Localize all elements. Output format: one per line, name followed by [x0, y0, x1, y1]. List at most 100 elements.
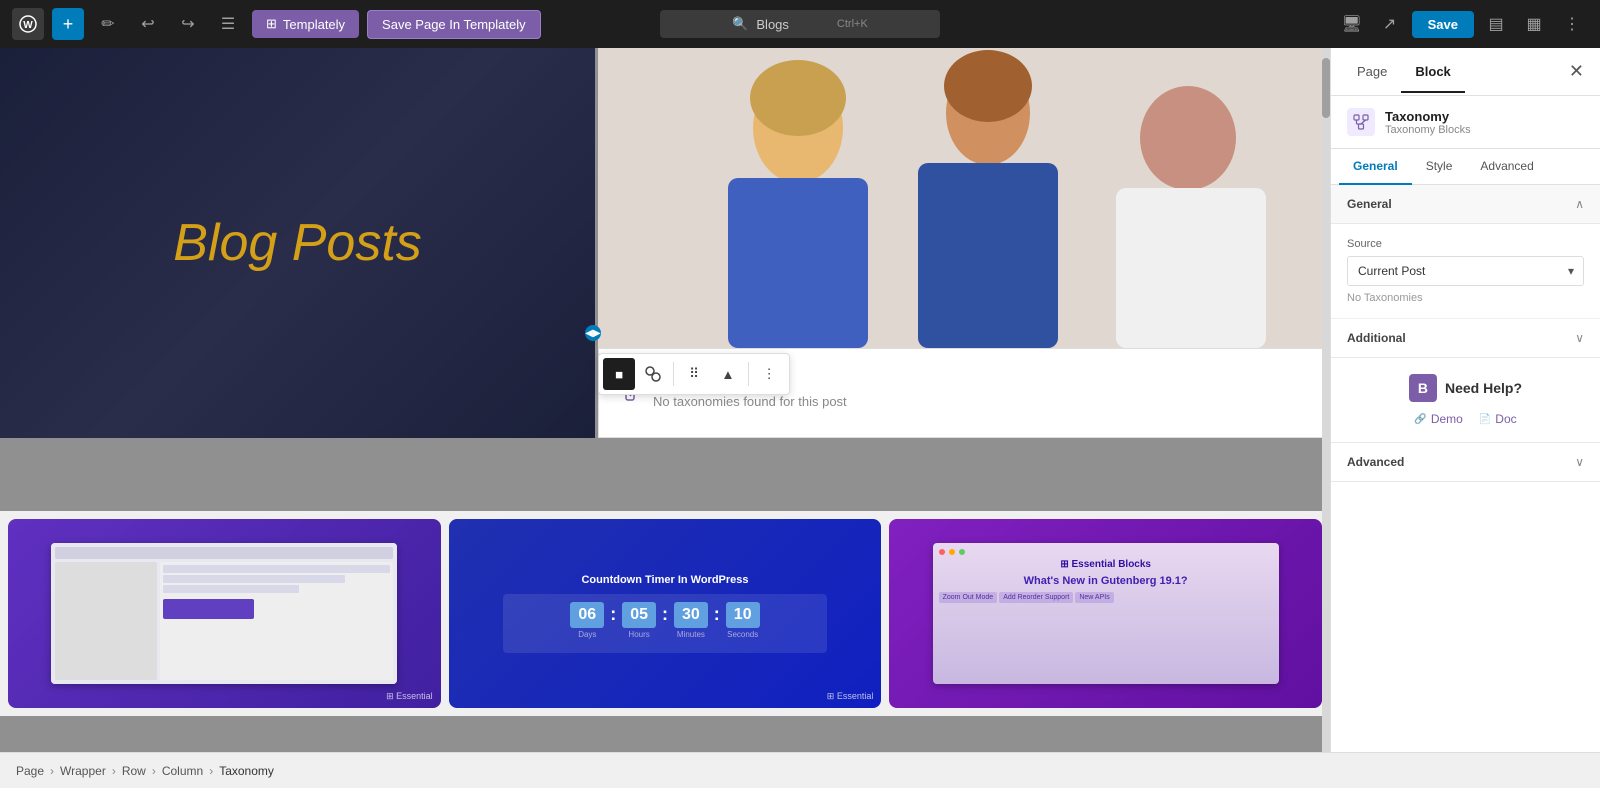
- breadcrumb-taxonomy[interactable]: Taxonomy: [219, 764, 274, 778]
- save-label: Save: [1428, 17, 1458, 32]
- image-block[interactable]: [598, 48, 1328, 348]
- tab-block[interactable]: Block: [1401, 52, 1464, 93]
- templately-button[interactable]: ⊞ Templately: [252, 10, 359, 38]
- search-shortcut: Ctrl+K: [837, 18, 868, 30]
- breadcrumb-sep-4: ›: [209, 764, 213, 778]
- panel-tabs: Page Block ✕: [1331, 48, 1600, 96]
- panel-content: General ∧ Source Current Post No Taxonom…: [1331, 185, 1600, 752]
- countdown-minutes-label: Minutes: [674, 630, 708, 639]
- demo-label: Demo: [1431, 412, 1463, 426]
- sub-tab-general[interactable]: General: [1339, 149, 1412, 185]
- need-help-links: 🔗 Demo 📄 Doc: [1347, 412, 1584, 426]
- gutenberg-title: ⊞ Essential Blocks: [939, 559, 1273, 570]
- external-link-button[interactable]: ↗: [1374, 8, 1406, 40]
- breadcrumb-column[interactable]: Column: [162, 764, 203, 778]
- toolbar-drag-button[interactable]: ⠿: [678, 358, 710, 390]
- toolbar-separator-2: [748, 362, 749, 386]
- card-3[interactable]: ⊞ Essential Blocks What's New in Gutenbe…: [889, 519, 1322, 708]
- advanced-label: Advanced: [1347, 455, 1404, 469]
- pencil-icon[interactable]: ✏: [92, 8, 124, 40]
- breadcrumb-wrapper[interactable]: Wrapper: [60, 764, 106, 778]
- source-select-wrapper: Current Post: [1347, 256, 1584, 286]
- canvas-area: Blog Posts: [0, 48, 1330, 752]
- toolbar-transform-button[interactable]: [637, 358, 669, 390]
- source-label: Source: [1347, 238, 1584, 250]
- templately-icon: ⊞: [266, 16, 277, 32]
- source-select[interactable]: Current Post: [1347, 256, 1584, 286]
- save-page-button[interactable]: Save Page In Templately: [367, 10, 541, 39]
- canvas-scrollbar[interactable]: [1322, 48, 1330, 752]
- sub-tab-advanced[interactable]: Advanced: [1466, 149, 1547, 185]
- save-page-label: Save Page In Templately: [382, 17, 526, 32]
- card1-badge: ⊞ Essential: [386, 691, 433, 702]
- countdown-days-label: Days: [570, 630, 604, 639]
- general-section-chevron[interactable]: ∧: [1575, 197, 1584, 211]
- countdown-seconds-label: Seconds: [726, 630, 760, 639]
- undo-button[interactable]: ↩: [132, 8, 164, 40]
- source-field-group: Source Current Post No Taxonomies: [1331, 224, 1600, 319]
- additional-section[interactable]: Additional ∨: [1331, 319, 1600, 358]
- toolbar-more-button[interactable]: ⋮: [753, 358, 785, 390]
- tab-page[interactable]: Page: [1343, 52, 1401, 93]
- panel-block-info: Taxonomy Taxonomy Blocks: [1331, 96, 1600, 149]
- card2-title: Countdown Timer In WordPress: [581, 574, 748, 586]
- toolbar-separator: [673, 362, 674, 386]
- right-panel: Page Block ✕ Taxonomy Taxonomy Blocks: [1330, 48, 1600, 752]
- desktop-view-button[interactable]: 🖥: [1336, 8, 1368, 40]
- need-help-title: Need Help?: [1445, 380, 1522, 396]
- blog-posts-block: Blog Posts: [0, 48, 595, 438]
- more-options-button[interactable]: ⋮: [1556, 8, 1588, 40]
- gutenberg-text: What's New in Gutenberg 19.1?: [939, 574, 1273, 588]
- drag-handle[interactable]: ◀▶: [585, 325, 601, 341]
- card2-badge: ⊞ Essential: [827, 691, 874, 702]
- no-taxonomies-text: No Taxonomies: [1347, 292, 1584, 304]
- doc-label: Doc: [1495, 412, 1516, 426]
- general-section-header[interactable]: General ∧: [1331, 185, 1600, 224]
- panel-right-button[interactable]: ▦: [1518, 8, 1550, 40]
- menu-button[interactable]: ☰: [212, 8, 244, 40]
- panel-close-button[interactable]: ✕: [1565, 57, 1588, 86]
- additional-chevron[interactable]: ∨: [1575, 331, 1584, 345]
- save-button[interactable]: Save: [1412, 11, 1474, 38]
- redo-button[interactable]: ↪: [172, 8, 204, 40]
- countdown-hours-label: Hours: [622, 630, 656, 639]
- breadcrumb-sep-3: ›: [152, 764, 156, 778]
- advanced-section[interactable]: Advanced ∨: [1331, 443, 1600, 482]
- people-image: [598, 48, 1328, 348]
- sub-tab-style[interactable]: Style: [1412, 149, 1467, 185]
- block-toolbar: ■ ⠿ ▲ ⋮: [598, 353, 790, 395]
- taxonomy-sub-text: No taxonomies found for this post: [653, 394, 847, 409]
- general-section-title: General: [1347, 197, 1392, 211]
- need-help-section: B Need Help? 🔗 Demo 📄 Doc: [1331, 358, 1600, 443]
- breadcrumb-row[interactable]: Row: [122, 764, 146, 778]
- search-icon: 🔍: [732, 16, 748, 32]
- breadcrumb-sep-2: ›: [112, 764, 116, 778]
- card-1[interactable]: ⊞ Essential: [8, 519, 441, 708]
- scrollbar-thumb[interactable]: [1322, 58, 1330, 118]
- search-bar[interactable]: 🔍 Blogs Ctrl+K: [660, 10, 940, 38]
- wp-logo[interactable]: W: [12, 8, 44, 40]
- advanced-chevron[interactable]: ∨: [1575, 455, 1584, 469]
- toolbar-block-type-button[interactable]: ■: [603, 358, 635, 390]
- countdown-days: 06: [570, 602, 604, 628]
- search-text: Blogs: [756, 17, 789, 32]
- add-block-button[interactable]: +: [52, 8, 84, 40]
- additional-label: Additional: [1347, 331, 1406, 345]
- demo-link[interactable]: 🔗 Demo: [1414, 412, 1462, 426]
- cards-area: ⊞ Essential Countdown Timer In WordPress…: [0, 511, 1330, 716]
- breadcrumb-bar: Page › Wrapper › Row › Column › Taxonomy: [0, 752, 1600, 788]
- top-bar-right: 🖥 ↗ Save ▤ ▦ ⋮: [1336, 8, 1588, 40]
- panel-left-button[interactable]: ▤: [1480, 8, 1512, 40]
- main-layout: Blog Posts: [0, 48, 1600, 752]
- doc-link[interactable]: 📄 Doc: [1479, 412, 1517, 426]
- breadcrumb-sep-1: ›: [50, 764, 54, 778]
- toolbar-move-up-button[interactable]: ▲: [712, 358, 744, 390]
- breadcrumb-page[interactable]: Page: [16, 764, 44, 778]
- card-2[interactable]: Countdown Timer In WordPress 06 Days : 0…: [449, 519, 882, 708]
- need-help-icon: B: [1409, 374, 1437, 402]
- need-help-header: B Need Help?: [1347, 374, 1584, 402]
- countdown-minutes: 30: [674, 602, 708, 628]
- panel-sub-tabs: General Style Advanced: [1331, 149, 1600, 185]
- blog-posts-title: Blog Posts: [173, 213, 422, 273]
- block-name: Taxonomy: [1385, 109, 1471, 124]
